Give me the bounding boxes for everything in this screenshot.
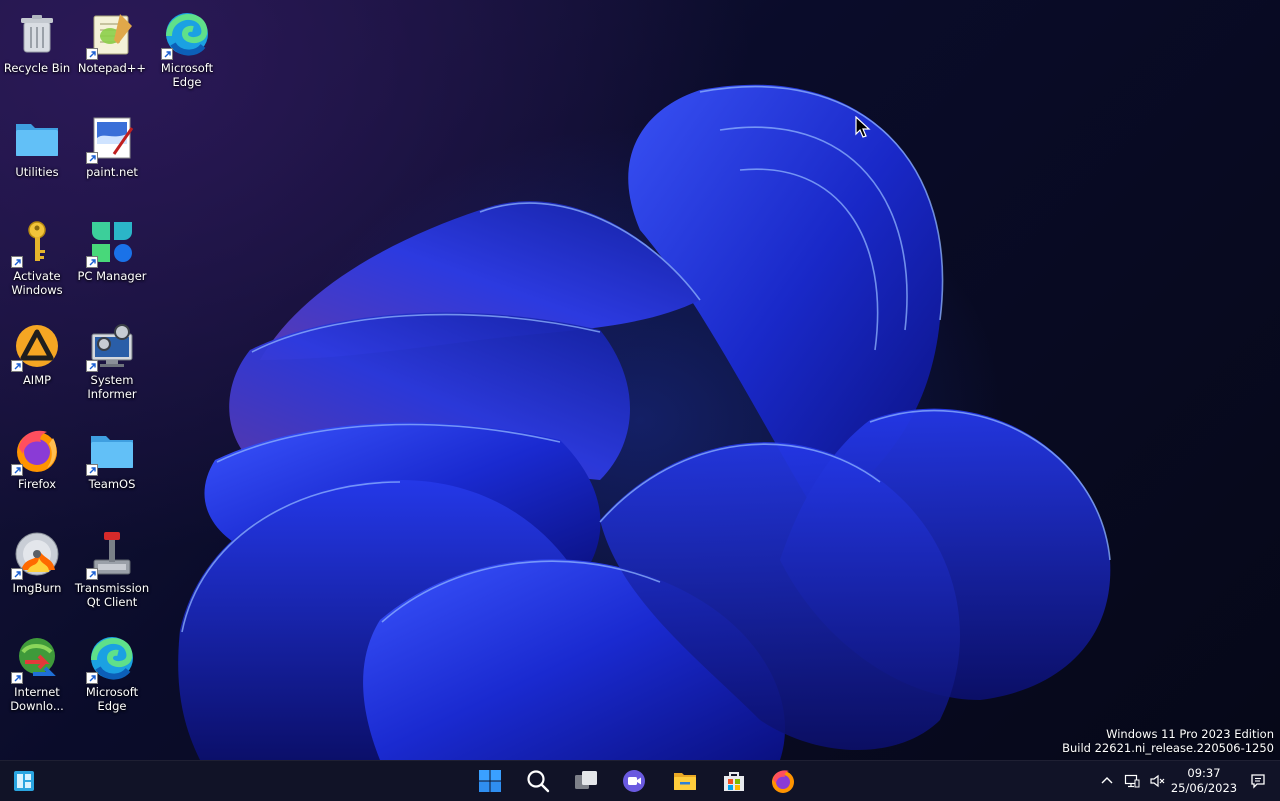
folder-icon [13,114,61,162]
task-view-icon [575,771,597,789]
microsoft-store-button[interactable] [714,765,754,797]
desktop-icon-teamos[interactable]: TeamOS [75,420,149,516]
notification-center-button[interactable] [1246,769,1270,793]
notepad-plus-plus-icon [86,10,136,60]
widgets-icon [14,771,34,791]
shortcut-arrow-icon [86,672,98,684]
desktop-icon-label: Recycle Bin [3,61,71,75]
desktop-icon-label: Utilities [15,165,59,179]
desktop-icon-recycle-bin[interactable]: Recycle Bin [0,4,74,100]
shortcut-arrow-icon [11,568,23,580]
clock-time: 09:37 [1187,766,1221,780]
desktop-icon-microsoft-edge-2[interactable]: Microsoft Edge [75,628,149,724]
watermark-build: Build 22621.ni_release.220506-1250 [1062,741,1274,755]
desktop-icon-imgburn[interactable]: ImgBurn [0,524,74,620]
desktop-icon-label: TeamOS [88,477,136,491]
notification-icon [1251,774,1265,789]
aimp-icon [11,322,61,372]
desktop-icon-label: Firefox [17,477,57,491]
desktop-icon-label: Microsoft Edge [85,685,139,713]
task-view-button[interactable] [566,765,606,797]
watermark-edition: Windows 11 Pro 2023 Edition [1106,727,1274,741]
clock-date: 25/06/2023 [1170,781,1238,795]
network-button[interactable] [1120,769,1144,793]
shortcut-arrow-icon [86,568,98,580]
desktop-icon-firefox[interactable]: Firefox [0,420,74,516]
desktop-icon-label: Transmission Qt Client [74,581,150,609]
desktop-icon-pc-manager[interactable]: PC Manager [75,212,149,308]
transmission-icon [86,530,136,580]
network-icon [1124,774,1140,788]
microsoft-edge-icon [86,634,136,684]
desktop-icon-system-informer[interactable]: System Informer [75,316,149,412]
shortcut-arrow-icon [86,256,98,268]
desktop-icon-label: Activate Windows [11,269,63,297]
desktop-icon-label: PC Manager [77,269,147,283]
desktop-icon-label: Internet Downlo... [10,685,64,713]
windows-start-icon [479,770,501,792]
microsoft-store-icon [724,772,744,791]
start-button[interactable] [470,765,510,797]
desktop-icon-label: AIMP [22,373,52,387]
recycle-bin-icon [13,10,61,58]
shortcut-arrow-icon [86,360,98,372]
widgets-button[interactable] [4,765,44,797]
shortcut-arrow-icon [11,256,23,268]
system-informer-icon [86,322,136,372]
desktop-icon-microsoft-edge[interactable]: Microsoft Edge [150,4,224,100]
chevron-up-icon [1101,777,1113,784]
key-icon [11,218,61,268]
show-hidden-icons-button[interactable] [1095,769,1119,793]
search-icon [527,770,550,793]
system-clock[interactable]: 09:37 25/06/2023 [1168,766,1240,796]
desktop-icon-label: System Informer [87,373,137,401]
file-explorer-icon [674,773,696,790]
shortcut-arrow-icon [11,672,23,684]
desktop-wallpaper [0,0,1280,760]
mouse-cursor-icon [855,116,871,138]
firefox-taskbar-button[interactable] [763,765,803,797]
internet-download-manager-icon [11,634,61,684]
imgburn-icon [11,530,61,580]
microsoft-edge-icon [161,10,211,60]
paint-net-icon [86,114,136,164]
shortcut-arrow-icon [86,48,98,60]
file-explorer-button[interactable] [665,765,705,797]
shortcut-arrow-icon [11,360,23,372]
volume-button[interactable] [1145,769,1169,793]
firefox-icon [11,426,61,476]
volume-muted-icon [1150,774,1165,788]
shortcut-arrow-icon [86,152,98,164]
shortcut-arrow-icon [86,464,98,476]
desktop-icon-aimp[interactable]: AIMP [0,316,74,412]
desktop-icon-paint-net[interactable]: paint.net [75,108,149,204]
shortcut-arrow-icon [11,464,23,476]
desktop-icon-utilities[interactable]: Utilities [0,108,74,204]
taskbar: 09:37 25/06/2023 [0,760,1280,801]
folder-icon [86,426,136,476]
desktop-icon-internet-download-manager[interactable]: Internet Downlo... [0,628,74,724]
bloom-wallpaper-art [178,84,1111,760]
pc-manager-icon [86,218,136,268]
desktop-icon-transmission[interactable]: Transmission Qt Client [75,524,149,620]
desktop-icon-notepad-plus-plus[interactable]: Notepad++ [75,4,149,100]
windows-edition-watermark: Windows 11 Pro 2023 Edition Build 22621.… [1062,727,1274,755]
desktop-icon-label: ImgBurn [12,581,62,595]
search-button[interactable] [518,765,558,797]
chat-button[interactable] [614,765,654,797]
desktop-icon-label: paint.net [86,165,138,179]
desktop-icon-activate-windows[interactable]: Activate Windows [0,212,74,308]
teams-chat-icon [623,770,645,792]
firefox-icon [772,770,794,793]
desktop-icon-label: Microsoft Edge [160,61,214,89]
shortcut-arrow-icon [161,48,173,60]
desktop-icon-label: Notepad++ [77,61,147,75]
